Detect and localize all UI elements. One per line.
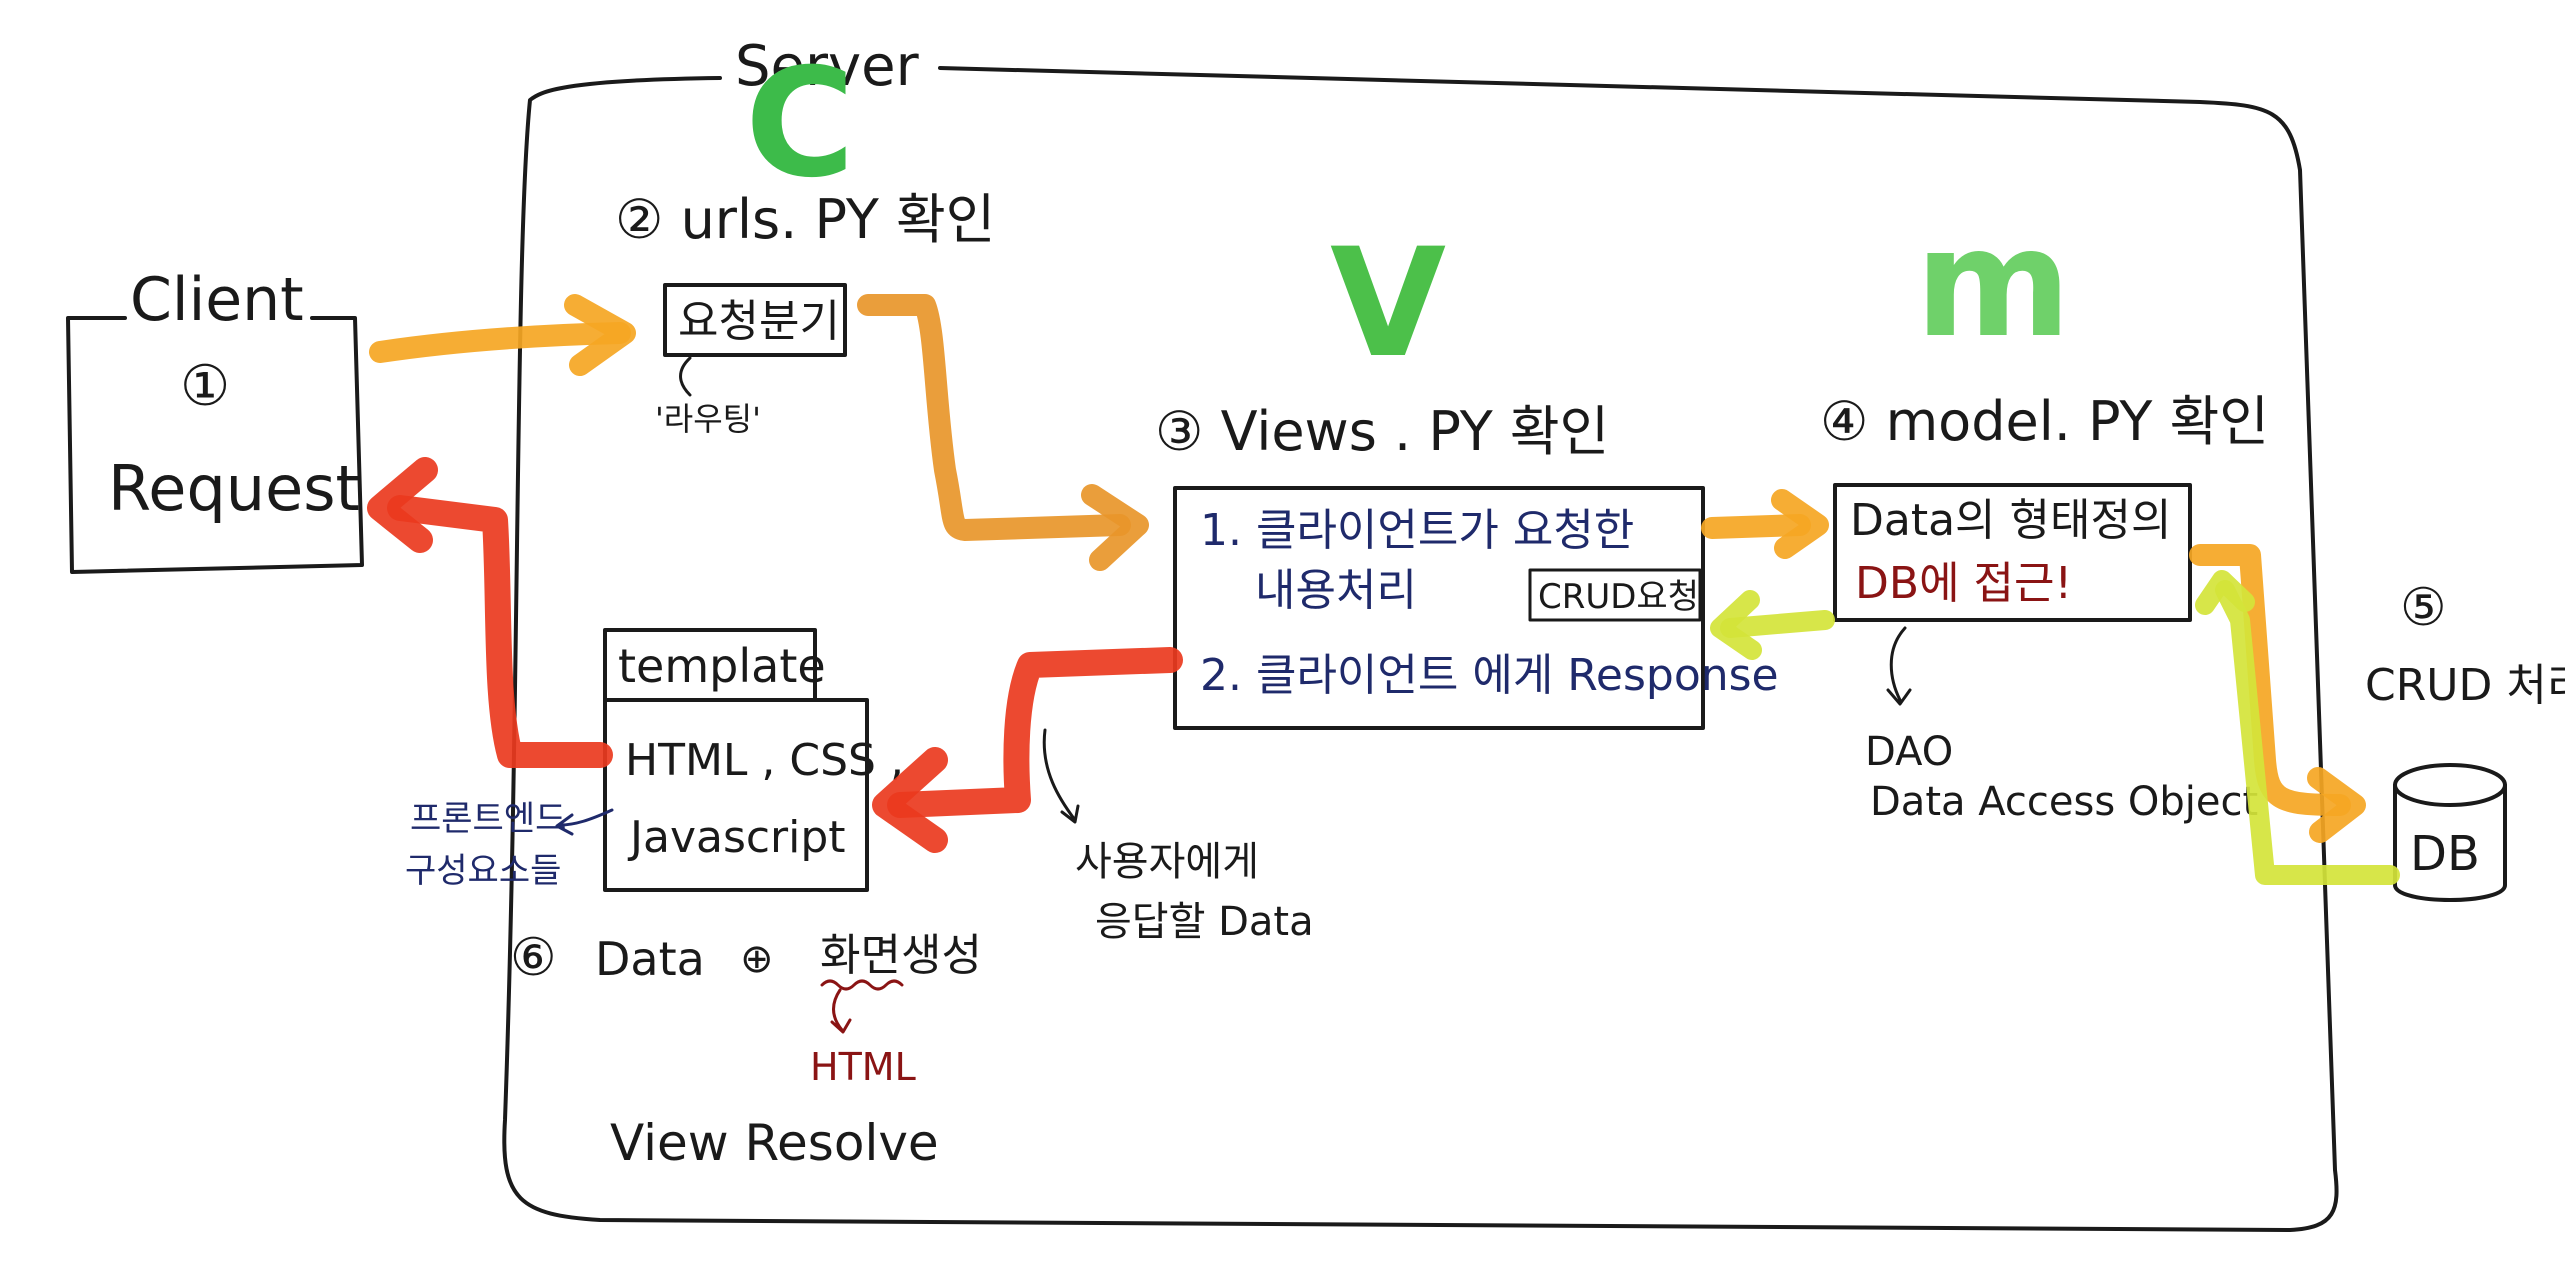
frontend-note-line2: 구성요소들 bbox=[405, 851, 561, 891]
mvc-flow-diagram: Server C V m Client ① Request ② urls. PY… bbox=[66, 34, 2565, 1232]
routing-box-label: 요청분기 bbox=[678, 296, 840, 347]
template-line2: Javascript bbox=[627, 812, 846, 863]
response-note-pointer bbox=[1042, 728, 1080, 824]
model-letter: m bbox=[1915, 197, 2071, 371]
arrow-model-to-views bbox=[1710, 590, 1835, 660]
step6-create-label: 화면생성 bbox=[820, 930, 982, 981]
arrow-db-to-model bbox=[2195, 570, 2400, 885]
create-underline bbox=[820, 979, 904, 991]
dao-full-label: Data Access Object bbox=[1870, 779, 2258, 825]
model-line2: DB에 접근! bbox=[1855, 558, 2072, 609]
view-resolve-label: View Resolve bbox=[610, 1114, 939, 1172]
step4-heading: ④ model. PY 확인 bbox=[1820, 390, 2269, 453]
template-tab-label: template bbox=[618, 639, 826, 693]
client-request-label: Request bbox=[108, 452, 360, 525]
dao-pointer bbox=[1886, 626, 1912, 706]
template-line1: HTML , CSS , bbox=[625, 735, 904, 786]
crud-request-label: CRUD요청 bbox=[1538, 577, 1699, 617]
arrow-client-to-urls bbox=[369, 294, 636, 376]
step6-data-label: Data bbox=[595, 932, 705, 986]
arrow-views-to-model bbox=[1701, 489, 1829, 559]
html-pointer bbox=[830, 988, 852, 1034]
step6-html-label: HTML bbox=[810, 1045, 916, 1089]
dao-label: DAO bbox=[1865, 729, 1953, 775]
db-label: DB bbox=[2410, 826, 2480, 882]
arrow-template-to-client bbox=[367, 457, 613, 768]
routing-note-pointer bbox=[679, 356, 692, 397]
arrow-views-to-template bbox=[872, 647, 1183, 853]
client-title: Client bbox=[130, 265, 304, 335]
crud-process-label: CRUD 처리 bbox=[2365, 660, 2565, 711]
step5-number: ⑤ bbox=[2400, 578, 2447, 638]
routing-note: '라우팅' bbox=[655, 400, 761, 438]
step6-number: ⑥ bbox=[510, 928, 557, 988]
controller-letter: C bbox=[745, 37, 855, 211]
step6-plus: ⊕ bbox=[740, 936, 774, 982]
frontend-note-line1: 프론트엔드 bbox=[410, 799, 566, 839]
views-line2: 2. 클라이언트 에게 Response bbox=[1200, 650, 1779, 701]
views-line1b: 내용처리 bbox=[1255, 565, 1417, 616]
response-note-line1: 사용자에게 bbox=[1075, 839, 1259, 885]
step2-heading: ② urls. PY 확인 bbox=[615, 188, 995, 251]
step3-heading: ③ Views . PY 확인 bbox=[1155, 400, 1609, 463]
views-line1a: 1. 클라이언트가 요청한 bbox=[1200, 505, 1634, 556]
view-letter: V bbox=[1330, 217, 1446, 391]
response-note-line2: 응답할 Data bbox=[1095, 899, 1314, 945]
client-step: ① bbox=[180, 354, 230, 419]
arrow-urls-to-views bbox=[857, 294, 1149, 571]
model-line1: Data의 형태정의 bbox=[1850, 495, 2171, 546]
